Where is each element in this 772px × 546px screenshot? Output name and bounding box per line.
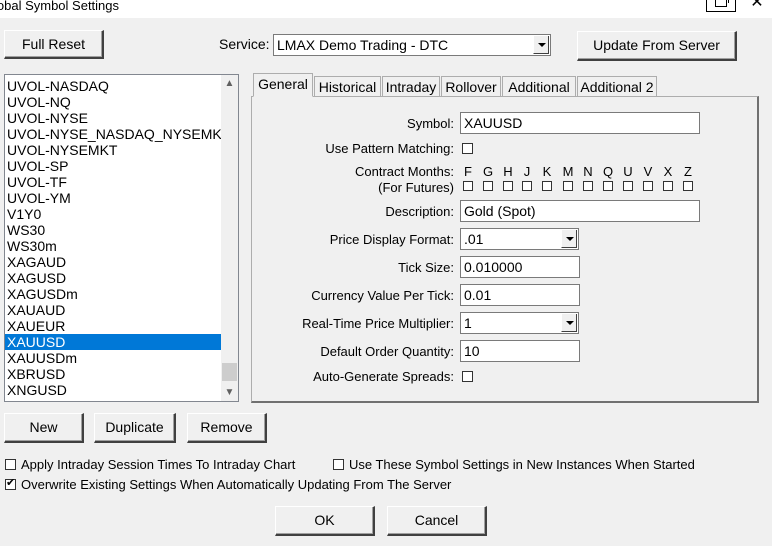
month-label: V [643, 164, 653, 179]
overwrite-existing-checkbox[interactable] [5, 477, 16, 490]
list-item[interactable]: UVOL-NYSEMKT [5, 142, 221, 158]
month-label: F [464, 164, 472, 179]
description-label: Description: [385, 204, 454, 219]
scroll-down-icon[interactable]: ▼ [221, 384, 238, 401]
tab-rollover[interactable]: Rollover [441, 76, 501, 97]
symbol-label: Symbol: [407, 116, 454, 131]
chevron-down-icon[interactable] [533, 36, 549, 54]
list-item[interactable]: WS30m [5, 238, 221, 254]
scrollbar[interactable]: ▲ ▼ [221, 75, 238, 401]
cancel-button[interactable]: Cancel [387, 506, 487, 536]
list-item[interactable]: XAUEUR [5, 318, 221, 334]
service-label: Service: [219, 36, 270, 52]
month-checkbox[interactable] [603, 181, 613, 191]
list-item[interactable]: UVOL-TF [5, 174, 221, 190]
currency-value-per-tick-field[interactable]: 0.01 [460, 284, 580, 306]
price-display-format-label: Price Display Format: [329, 232, 454, 247]
auto-generate-spreads-label: Auto-Generate Spreads: [313, 369, 454, 384]
list-item[interactable]: XAUAUD [5, 302, 221, 318]
month-checkbox[interactable] [503, 181, 513, 191]
tab-historical[interactable]: Historical [314, 76, 381, 97]
month-checkbox[interactable] [583, 181, 593, 191]
price-multiplier-select[interactable]: 1 [460, 312, 579, 334]
month-label: Q [602, 164, 614, 179]
list-item[interactable]: XAUUSDm [5, 350, 221, 366]
tab-additional-2[interactable]: Additional 2 [577, 76, 657, 97]
close-icon[interactable]: ✕ [749, 0, 765, 11]
scroll-up-icon[interactable]: ▲ [221, 75, 238, 92]
ok-button[interactable]: OK [275, 506, 375, 536]
remove-button[interactable]: Remove [187, 413, 267, 443]
list-item[interactable]: UVOL-NYSE_NASDAQ_NYSEMKT [5, 126, 230, 142]
list-item[interactable]: XAGUSD [5, 270, 221, 286]
service-select[interactable]: LMAX Demo Trading - DTC [273, 34, 551, 56]
price-display-format-select[interactable]: .01 [460, 228, 579, 250]
month-checkbox[interactable] [683, 181, 693, 191]
month-checkbox[interactable] [643, 181, 653, 191]
month-checkbox[interactable] [663, 181, 673, 191]
list-item[interactable]: XBRUSD [5, 366, 221, 382]
month-label: M [562, 164, 574, 179]
list-item[interactable]: UVOL-YM [5, 190, 221, 206]
symbol-field[interactable]: XAUUSD [460, 112, 700, 134]
apply-intraday-label: Apply Intraday Session Times To Intraday… [21, 457, 296, 472]
full-reset-button[interactable]: Full Reset [4, 30, 104, 59]
duplicate-button[interactable]: Duplicate [94, 413, 176, 443]
month-checkbox[interactable] [623, 181, 633, 191]
tab-general[interactable]: General [253, 73, 313, 97]
month-label: U [623, 164, 633, 179]
month-label: J [523, 164, 531, 179]
list-item[interactable]: UVOL-SP [5, 158, 221, 174]
description-field[interactable]: Gold (Spot) [460, 200, 700, 222]
month-label: G [482, 164, 494, 179]
for-futures-label: (For Futures) [378, 180, 454, 195]
list-item[interactable]: UVOL-NYSE [5, 110, 221, 126]
list-item[interactable]: V1Y0 [5, 206, 221, 222]
pattern-matching-label: Use Pattern Matching: [325, 141, 454, 156]
service-value: LMAX Demo Trading - DTC [277, 37, 449, 53]
list-item[interactable]: UVOL-NASDAQ [5, 78, 221, 94]
tab-additional[interactable]: Additional [502, 76, 576, 97]
month-checkbox[interactable] [483, 181, 493, 191]
default-order-quantity-label: Default Order Quantity: [320, 344, 454, 359]
month-label: X [663, 164, 673, 179]
month-label: K [542, 164, 552, 179]
overwrite-existing-label: Overwrite Existing Settings When Automat… [21, 477, 452, 492]
new-button[interactable]: New [4, 413, 84, 443]
chevron-down-icon[interactable] [561, 314, 577, 332]
pattern-matching-checkbox[interactable] [462, 143, 473, 154]
price-multiplier-label: Real-Time Price Multiplier: [302, 316, 454, 331]
month-label: Z [684, 164, 692, 179]
list-item[interactable]: XAGUSDm [5, 286, 221, 302]
list-item[interactable]: XPDUSD [5, 398, 221, 401]
restore-button[interactable] [706, 0, 736, 12]
apply-intraday-checkbox[interactable] [5, 459, 16, 470]
chevron-down-icon[interactable] [561, 230, 577, 248]
contract-months-label: Contract Months: [355, 164, 454, 179]
window-title: lobal Symbol Settings [0, 0, 120, 13]
symbol-list[interactable]: UVOL-NASDAQ UVOL-NQ UVOL-NYSE UVOL-NYSE_NAS… [4, 74, 239, 402]
month-checkbox[interactable] [463, 181, 473, 191]
scroll-thumb[interactable] [222, 363, 237, 381]
use-in-new-instances-checkbox[interactable] [333, 459, 344, 470]
title-bar: lobal Symbol Settings ✕ [0, 0, 772, 18]
list-item[interactable]: XAGAUD [5, 254, 221, 270]
month-checkbox[interactable] [522, 181, 532, 191]
list-item[interactable]: XNGUSD [5, 382, 221, 398]
month-label: H [503, 164, 513, 179]
list-item[interactable]: UVOL-NQ [5, 94, 221, 110]
month-checkbox[interactable] [542, 181, 552, 191]
month-checkbox[interactable] [563, 181, 573, 191]
use-in-new-instances-label: Use These Symbol Settings in New Instanc… [349, 457, 695, 472]
list-item[interactable]: XAUUSD [5, 334, 221, 350]
tab-intraday[interactable]: Intraday [382, 76, 440, 97]
tick-size-field[interactable]: 0.010000 [460, 256, 580, 278]
update-from-server-button[interactable]: Update From Server [577, 31, 737, 61]
month-label: N [583, 164, 593, 179]
currency-value-per-tick-label: Currency Value Per Tick: [311, 288, 454, 303]
tick-size-label: Tick Size: [398, 260, 454, 275]
default-order-quantity-field[interactable]: 10 [460, 340, 580, 362]
list-item[interactable]: WS30 [5, 222, 221, 238]
auto-generate-spreads-checkbox[interactable] [462, 371, 473, 382]
